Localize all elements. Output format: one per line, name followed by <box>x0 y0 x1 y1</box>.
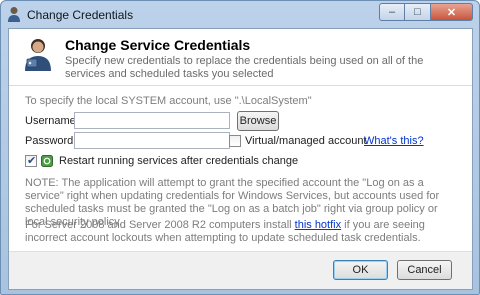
dialog-content: Change Service Credentials Specify new c… <box>8 28 473 290</box>
dialog-header: Change Service Credentials Specify new c… <box>9 29 472 81</box>
whats-this-link[interactable]: What's this? <box>364 135 424 147</box>
local-system-hint: To specify the local SYSTEM account, use… <box>25 95 312 107</box>
dialog-footer: OK Cancel <box>9 251 472 289</box>
caption-buttons: – □ ✕ <box>379 3 473 21</box>
hotfix-link[interactable]: this hotfix <box>295 219 341 231</box>
restart-services-label: Restart running services after credentia… <box>59 155 299 167</box>
cancel-button[interactable]: Cancel <box>397 260 452 280</box>
title-bar[interactable]: Change Credentials – □ ✕ <box>1 1 479 27</box>
restart-services-checkbox[interactable] <box>25 154 37 167</box>
services-icon <box>41 155 53 167</box>
username-input[interactable] <box>74 112 230 129</box>
password-input[interactable] <box>74 132 230 149</box>
user-key-icon <box>25 39 51 71</box>
password-label: Password: <box>25 135 77 147</box>
header-divider <box>9 85 472 86</box>
page-description: Specify new credentials to replace the c… <box>65 55 424 80</box>
maximize-button[interactable]: □ <box>405 3 431 21</box>
username-label: Username: <box>25 115 79 127</box>
user-icon <box>8 7 20 22</box>
dialog-window: Change Credentials – □ ✕ Change Service … <box>0 0 480 295</box>
window-title: Change Credentials <box>27 8 134 22</box>
hotfix-note: For Server 2008 and Server 2008 R2 compu… <box>25 219 461 245</box>
ok-button[interactable]: OK <box>333 260 388 280</box>
page-title: Change Service Credentials <box>65 37 251 53</box>
virtual-account-label: Virtual/managed account <box>245 135 367 147</box>
virtual-account-checkbox[interactable] <box>229 135 241 147</box>
close-button[interactable]: ✕ <box>431 3 473 21</box>
browse-button[interactable]: Browse <box>237 111 279 131</box>
minimize-button[interactable]: – <box>379 3 405 21</box>
hotfix-note-prefix: For Server 2008 and Server 2008 R2 compu… <box>25 219 295 231</box>
